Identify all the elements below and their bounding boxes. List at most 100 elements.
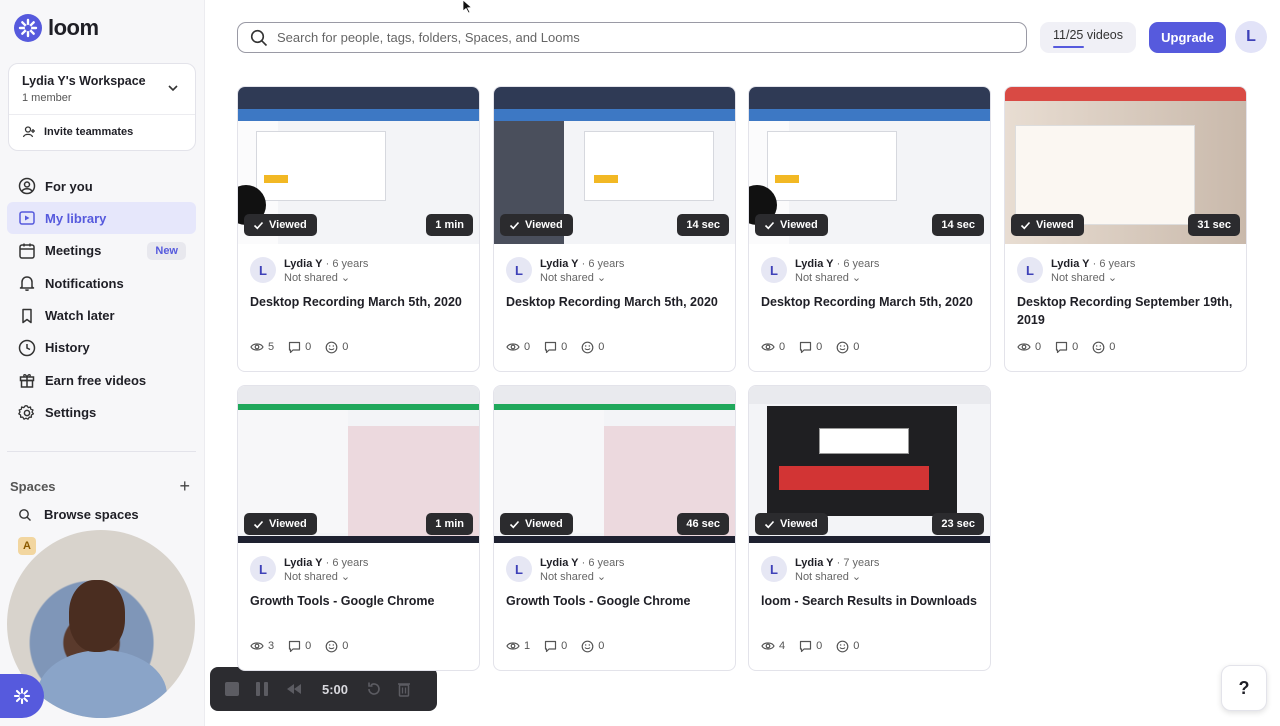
eye-icon bbox=[250, 642, 264, 650]
viewed-label: Viewed bbox=[269, 518, 307, 530]
loom-record-button[interactable] bbox=[0, 674, 44, 718]
smile-icon bbox=[836, 640, 849, 652]
video-card[interactable]: Viewed 23 sec L Lydia Y · 7 years Not sh… bbox=[748, 385, 991, 671]
reaction-count: 0 bbox=[342, 341, 349, 353]
workspace-divider bbox=[9, 114, 195, 115]
webcam-person-body bbox=[37, 650, 167, 718]
sharing-dropdown[interactable]: Not shared ⌄ bbox=[540, 271, 624, 285]
check-icon bbox=[509, 520, 520, 528]
duration-badge: 14 sec bbox=[677, 214, 729, 236]
video-title[interactable]: Desktop Recording March 5th, 2020 bbox=[506, 293, 726, 311]
chevron-down-icon[interactable] bbox=[167, 82, 179, 94]
recording-toolbar: 5:00 bbox=[210, 667, 437, 711]
video-age: 6 years bbox=[332, 258, 369, 270]
invite-teammates-button[interactable]: Invite teammates bbox=[22, 125, 133, 139]
video-count[interactable]: 11/25 videos bbox=[1040, 22, 1136, 53]
sidebar-item-history[interactable]: History bbox=[7, 332, 196, 364]
video-card[interactable]: Viewed 31 sec L Lydia Y · 6 years Not sh… bbox=[1004, 86, 1247, 372]
eye-icon bbox=[761, 642, 775, 650]
space-item[interactable]: A bbox=[18, 537, 36, 555]
clock-icon bbox=[18, 339, 36, 357]
owner-name: Lydia Y bbox=[540, 557, 579, 569]
sidebar-item-for-you[interactable]: For you bbox=[7, 170, 196, 202]
reaction-count: 0 bbox=[853, 640, 860, 652]
sharing-dropdown[interactable]: Not shared ⌄ bbox=[284, 271, 368, 285]
search-bar[interactable] bbox=[237, 22, 1027, 53]
viewed-badge: Viewed bbox=[500, 214, 573, 236]
new-badge: New bbox=[147, 241, 186, 260]
sidebar-item-my-library[interactable]: My library bbox=[7, 202, 196, 235]
restart-icon[interactable] bbox=[366, 681, 382, 697]
video-title[interactable]: loom - Search Results in Downloads bbox=[761, 592, 981, 610]
add-space-icon[interactable]: + bbox=[179, 476, 190, 497]
sidebar-item-settings[interactable]: Settings bbox=[7, 397, 196, 429]
sidebar-item-notifications[interactable]: Notifications bbox=[7, 267, 196, 299]
workspace-switcher[interactable]: Lydia Y's Workspace 1 member Invite team… bbox=[8, 63, 196, 151]
video-card[interactable]: Viewed 14 sec L Lydia Y · 6 years Not sh… bbox=[748, 86, 991, 372]
thumb-button bbox=[775, 175, 799, 183]
comment-icon bbox=[800, 640, 812, 652]
rewind-icon[interactable] bbox=[284, 681, 304, 697]
video-card[interactable]: Viewed 46 sec L Lydia Y · 6 years Not sh… bbox=[493, 385, 736, 671]
sharing-status: Not shared bbox=[284, 571, 338, 583]
video-card[interactable]: Viewed 14 sec L Lydia Y · 6 years Not sh… bbox=[493, 86, 736, 372]
sidebar-divider bbox=[7, 451, 196, 452]
video-title[interactable]: Growth Tools - Google Chrome bbox=[506, 592, 726, 610]
sidebar-item-meetings[interactable]: Meetings New bbox=[7, 235, 196, 267]
thumb-video-player bbox=[767, 406, 957, 516]
video-card[interactable]: Viewed 1 min L Lydia Y · 6 years Not sha… bbox=[237, 86, 480, 372]
video-title[interactable]: Desktop Recording March 5th, 2020 bbox=[761, 293, 981, 311]
help-button[interactable]: ? bbox=[1221, 665, 1267, 711]
spaces-header: Spaces + bbox=[10, 476, 190, 497]
video-title[interactable]: Growth Tools - Google Chrome bbox=[250, 592, 470, 610]
smile-icon bbox=[836, 341, 849, 353]
thumb-browser-bar bbox=[494, 87, 735, 109]
pause-icon[interactable] bbox=[254, 681, 270, 697]
video-age: 6 years bbox=[588, 557, 625, 569]
workspace-name: Lydia Y's Workspace bbox=[22, 74, 146, 88]
video-card[interactable]: Viewed 1 min L Lydia Y · 6 years Not sha… bbox=[237, 385, 480, 671]
mouse-cursor-icon bbox=[462, 0, 473, 14]
chevron-down-icon: ⌄ bbox=[851, 272, 862, 284]
thumb-panel bbox=[767, 131, 897, 201]
chevron-down-icon: ⌄ bbox=[1107, 272, 1118, 284]
thumb-browser-bar bbox=[238, 87, 479, 109]
check-icon bbox=[253, 221, 264, 229]
viewed-label: Viewed bbox=[269, 219, 307, 231]
thumb-taskbar bbox=[238, 536, 479, 543]
video-age: 6 years bbox=[332, 557, 369, 569]
workspace-members: 1 member bbox=[22, 92, 72, 104]
sharing-dropdown[interactable]: Not shared ⌄ bbox=[540, 570, 624, 584]
stop-icon[interactable] bbox=[224, 681, 240, 697]
owner-name: Lydia Y bbox=[795, 258, 834, 270]
loom-logo[interactable]: loom bbox=[14, 14, 99, 42]
video-age: 7 years bbox=[843, 557, 880, 569]
smile-icon bbox=[325, 341, 338, 353]
upgrade-button[interactable]: Upgrade bbox=[1149, 22, 1226, 53]
sidebar-item-earn-free-videos[interactable]: Earn free videos bbox=[7, 364, 196, 396]
sharing-dropdown[interactable]: Not shared ⌄ bbox=[284, 570, 368, 584]
trash-icon[interactable] bbox=[396, 681, 412, 697]
video-title[interactable]: Desktop Recording September 19th, 2019 bbox=[1017, 293, 1237, 329]
video-meta: Lydia Y · 6 years Not shared ⌄ bbox=[284, 258, 369, 285]
smile-icon bbox=[325, 640, 338, 652]
check-icon bbox=[764, 520, 775, 528]
video-stats: 3 0 0 bbox=[250, 639, 358, 653]
sharing-dropdown[interactable]: Not shared ⌄ bbox=[1051, 271, 1135, 285]
thumb-header bbox=[1005, 87, 1246, 101]
browse-spaces-link[interactable]: Browse spaces bbox=[18, 507, 139, 522]
duration-badge: 31 sec bbox=[1188, 214, 1240, 236]
eye-icon bbox=[761, 343, 775, 351]
user-avatar[interactable]: L bbox=[1235, 21, 1267, 53]
sharing-dropdown[interactable]: Not shared ⌄ bbox=[795, 570, 879, 584]
sharing-dropdown[interactable]: Not shared ⌄ bbox=[795, 271, 879, 285]
sidebar-item-label: Notifications bbox=[45, 275, 124, 291]
sidebar-item-watch-later[interactable]: Watch later bbox=[7, 300, 196, 332]
gift-icon bbox=[19, 374, 35, 389]
video-stats: 4 0 0 bbox=[761, 639, 869, 653]
owner-name: Lydia Y bbox=[1051, 258, 1090, 270]
reaction-count: 0 bbox=[598, 640, 605, 652]
search-input[interactable] bbox=[277, 30, 977, 45]
video-title[interactable]: Desktop Recording March 5th, 2020 bbox=[250, 293, 470, 311]
comment-icon bbox=[289, 341, 301, 353]
